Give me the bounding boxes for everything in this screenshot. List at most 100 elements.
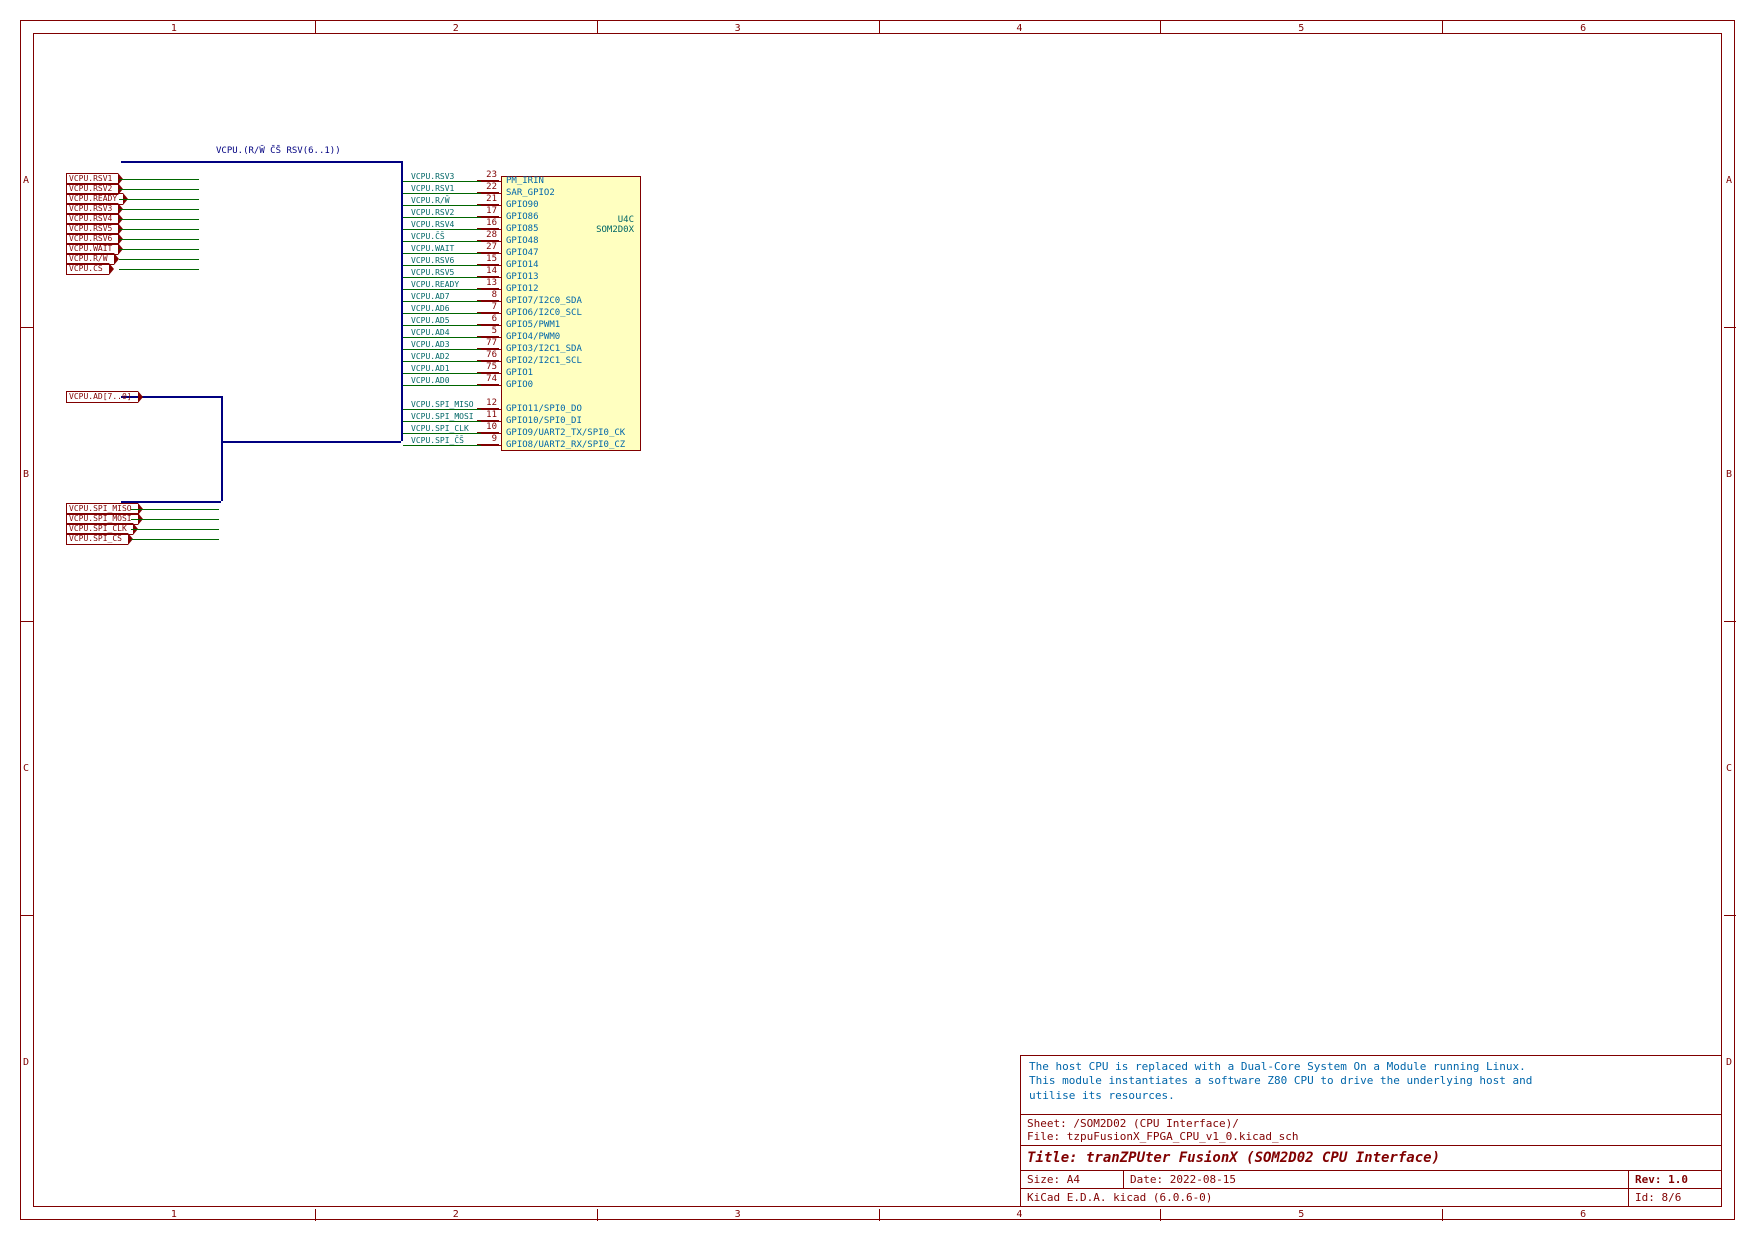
row-label: C xyxy=(1726,763,1732,774)
generator: KiCad E.D.A. kicad (6.0.6-0) xyxy=(1021,1189,1629,1206)
pin-name: GPIO0 xyxy=(506,380,533,390)
pin-number: 10 xyxy=(477,422,499,433)
col-label: 3 xyxy=(735,1209,741,1220)
col-label: 6 xyxy=(1580,1209,1586,1220)
pin-number: 75 xyxy=(477,362,499,373)
col-label: 5 xyxy=(1298,1209,1304,1220)
net-signal: VCPU.RSV1 xyxy=(411,184,454,193)
pin-number: 11 xyxy=(477,410,499,421)
pin-name: GPIO4/PWM0 xyxy=(506,332,560,342)
pin-name: GPIO1 xyxy=(506,368,533,378)
component-value: SOM2D0X xyxy=(596,225,634,235)
pin-name: GPIO12 xyxy=(506,284,539,294)
pin-number: 22 xyxy=(477,182,499,193)
pin-name: GPIO14 xyxy=(506,260,539,270)
pin-name: GPIO86 xyxy=(506,212,539,222)
row-label: D xyxy=(1726,1057,1732,1068)
net-signal: VCPU.READY xyxy=(411,280,459,289)
pin-number: 16 xyxy=(477,218,499,229)
comment-line1: The host CPU is replaced with a Dual-Cor… xyxy=(1029,1060,1526,1073)
pin-name: GPIO5/PWM1 xyxy=(506,320,560,330)
sheet-path: Sheet: /SOM2D02 (CPU Interface)/ xyxy=(1027,1117,1239,1130)
pin-number: 9 xyxy=(477,434,499,445)
col-label: 2 xyxy=(453,23,459,34)
comment-line3: utilise its resources. xyxy=(1029,1089,1175,1102)
pin-name: GPIO6/I2C0_SCL xyxy=(506,308,582,318)
pin-name: GPIO8/UART2_RX/SPI0_CZ xyxy=(506,440,625,450)
title-main: Title: tranZPUter FusionX (SOM2D02 CPU I… xyxy=(1021,1145,1721,1170)
net-signal: VCPU.RSV6 xyxy=(411,256,454,265)
pin-name: GPIO7/I2C0_SDA xyxy=(506,296,582,306)
pin-name: PM_IRIN xyxy=(506,176,544,186)
component-ref: U4C xyxy=(618,215,634,225)
net-signal: VCPU.SPI_C̄S̄ xyxy=(411,436,464,445)
pin-number: 7 xyxy=(477,302,499,313)
col-label: 2 xyxy=(453,1209,459,1220)
hier-label: VCPU.SPI_CS xyxy=(66,533,128,545)
pin-name: GPIO11/SPI0_DO xyxy=(506,404,582,414)
net-signal: VCPU.AD4 xyxy=(411,328,450,337)
pin-name: GPIO90 xyxy=(506,200,539,210)
inner-frame xyxy=(33,33,1722,1207)
pin-number: 13 xyxy=(477,278,499,289)
row-label: D xyxy=(23,1057,29,1068)
row-label: B xyxy=(23,469,29,480)
title-block: The host CPU is replaced with a Dual-Cor… xyxy=(1020,1055,1722,1207)
pin-number: 8 xyxy=(477,290,499,301)
page-rev: Rev: 1.0 xyxy=(1629,1171,1721,1188)
pin-number: 23 xyxy=(477,170,499,181)
net-signal: VCPU.C̄S̄ xyxy=(411,232,445,241)
pin-number: 74 xyxy=(477,374,499,385)
pin-name: GPIO48 xyxy=(506,236,539,246)
pin-number: 17 xyxy=(477,206,499,217)
pin-name: SAR_GPIO2 xyxy=(506,188,555,198)
hier-label-bus: VCPU.AD[7..0] xyxy=(66,391,138,403)
col-label: 1 xyxy=(171,1209,177,1220)
pin-number: 27 xyxy=(477,242,499,253)
net-signal: VCPU.AD5 xyxy=(411,316,450,325)
net-signal: VCPU.AD6 xyxy=(411,304,450,313)
pin-name: GPIO9/UART2_TX/SPI0_CK xyxy=(506,428,625,438)
col-label: 1 xyxy=(171,23,177,34)
pin-number: 6 xyxy=(477,314,499,325)
net-signal: VCPU.AD7 xyxy=(411,292,450,301)
bus-vertical-bot xyxy=(221,441,223,501)
net-signal: VCPU.RSV5 xyxy=(411,268,454,277)
pin-number: 14 xyxy=(477,266,499,277)
pin-number: 76 xyxy=(477,350,499,361)
net-signal: VCPU.SPI_MOSI xyxy=(411,412,474,421)
page-date: Date: 2022-08-15 xyxy=(1124,1171,1629,1188)
col-label: 3 xyxy=(735,23,741,34)
pin-number: 28 xyxy=(477,230,499,241)
comment-line2: This module instantiates a software Z80 … xyxy=(1029,1074,1532,1087)
net-signal: VCPU.AD2 xyxy=(411,352,450,361)
pin-name: GPIO13 xyxy=(506,272,539,282)
net-signal: VCPU.AD0 xyxy=(411,376,450,385)
row-label: B xyxy=(1726,469,1732,480)
net-signal: VCPU.SPI_CLK xyxy=(411,424,469,433)
schematic-sheet: 112233445566 AABBCCDD VCPU.(R/W̄ C̄S̄ RS… xyxy=(20,20,1735,1220)
pin-number: 77 xyxy=(477,338,499,349)
bus-horizontal-mid xyxy=(221,441,401,443)
pin-name: GPIO85 xyxy=(506,224,539,234)
hier-label: VCPU.CS xyxy=(66,263,109,275)
title-comment: The host CPU is replaced with a Dual-Cor… xyxy=(1021,1056,1721,1114)
col-label: 4 xyxy=(1016,1209,1022,1220)
bus-horizontal-top xyxy=(121,161,401,163)
net-signal: VCPU.RSV3 xyxy=(411,172,454,181)
row-label: A xyxy=(1726,175,1732,186)
pin-name: GPIO2/I2C1_SCL xyxy=(506,356,582,366)
net-signal: VCPU.SPI_MISO xyxy=(411,400,474,409)
file-path: File: tzpuFusionX_FPGA_CPU_v1_0.kicad_sc… xyxy=(1027,1130,1299,1143)
pin-name: GPIO47 xyxy=(506,248,539,258)
bus-label: VCPU.(R/W̄ C̄S̄ RSV(6..1)) xyxy=(216,146,341,156)
net-signal: VCPU.RSV2 xyxy=(411,208,454,217)
page-id: Id: 8/6 xyxy=(1629,1189,1721,1206)
pin-number: 21 xyxy=(477,194,499,205)
net-signal: VCPU.RSV4 xyxy=(411,220,454,229)
net-signal: VCPU.AD1 xyxy=(411,364,450,373)
col-label: 4 xyxy=(1016,23,1022,34)
row-label: C xyxy=(23,763,29,774)
pin-name: GPIO3/I2C1_SDA xyxy=(506,344,582,354)
pin-number: 12 xyxy=(477,398,499,409)
